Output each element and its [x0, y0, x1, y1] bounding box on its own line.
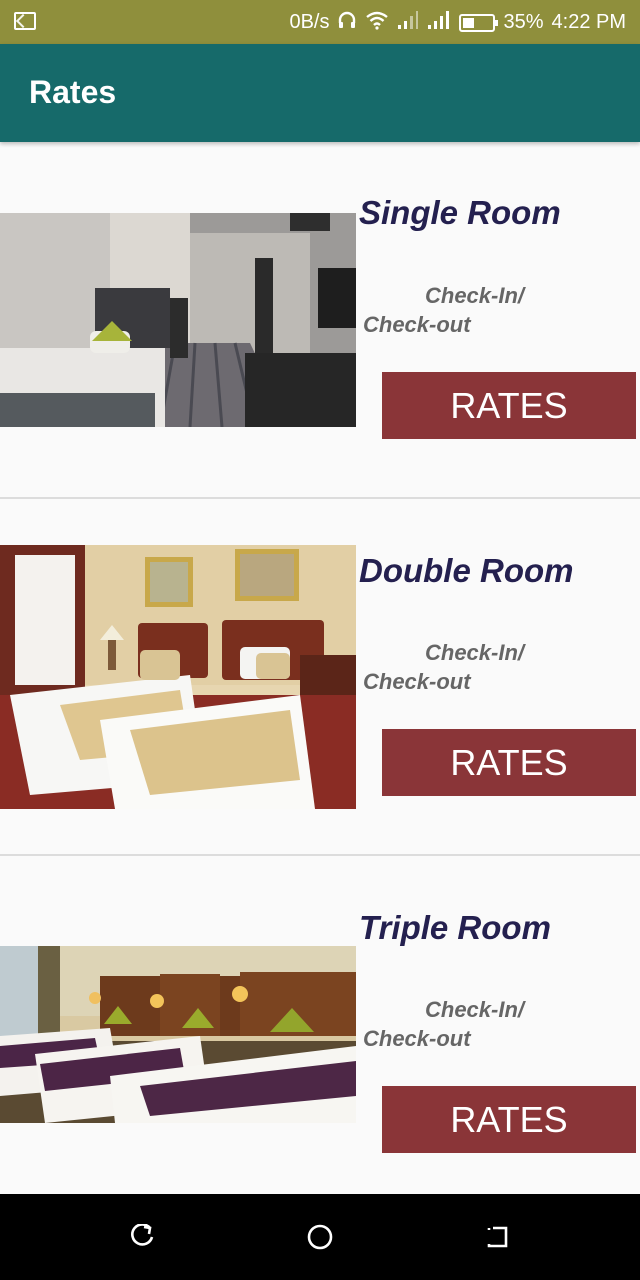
room-card-single: Single Room Check-In/ Check-out RATES	[0, 142, 640, 498]
room-card-triple: Triple Room Check-In/ Check-out RATES	[0, 856, 640, 1194]
cast-icon	[14, 12, 36, 30]
checkin-checkout-text: Check-In/ Check-out	[363, 638, 563, 696]
room-name: Triple Room	[359, 909, 551, 946]
checkin-label: Check-In/	[425, 283, 525, 308]
back-icon[interactable]	[130, 1223, 156, 1250]
triple-room-photo	[0, 946, 356, 1123]
status-bar: 0B/s 35% 4:22 PM	[0, 0, 640, 44]
status-right: 0B/s 35% 4:22 PM	[289, 10, 626, 35]
rates-button[interactable]: RATES	[382, 729, 636, 796]
room-name: Single Room	[359, 194, 561, 231]
rates-button[interactable]: RATES	[382, 1086, 636, 1153]
checkin-label: Check-In/	[425, 640, 525, 665]
net-speed: 0B/s	[289, 11, 330, 33]
room-list[interactable]: Single Room Check-In/ Check-out RATES Do…	[0, 142, 640, 1194]
room-name: Double Room	[359, 552, 574, 589]
room-card-double: Double Room Check-In/ Check-out RATES	[0, 499, 640, 855]
battery-icon	[459, 13, 499, 32]
double-room-photo	[0, 545, 356, 809]
signal-icon	[427, 10, 451, 35]
checkout-label: Check-out	[363, 669, 471, 694]
checkin-label: Check-In/	[425, 997, 525, 1022]
checkout-label: Check-out	[363, 312, 471, 337]
page-title: Rates	[29, 74, 117, 110]
home-icon[interactable]	[307, 1224, 333, 1250]
clock: 4:22 PM	[551, 11, 626, 33]
app-bar: Rates	[0, 44, 640, 142]
checkin-checkout-text: Check-In/ Check-out	[363, 995, 563, 1053]
checkin-checkout-text: Check-In/ Check-out	[363, 281, 563, 339]
wifi-icon	[365, 10, 389, 35]
navigation-bar	[0, 1194, 640, 1280]
headphones-icon	[337, 10, 357, 35]
recent-apps-icon[interactable]	[484, 1224, 510, 1250]
battery-level: 35%	[503, 11, 544, 33]
rates-button[interactable]: RATES	[382, 372, 636, 439]
signal-icon	[397, 10, 419, 35]
checkout-label: Check-out	[363, 1026, 471, 1051]
single-room-photo	[0, 213, 356, 427]
